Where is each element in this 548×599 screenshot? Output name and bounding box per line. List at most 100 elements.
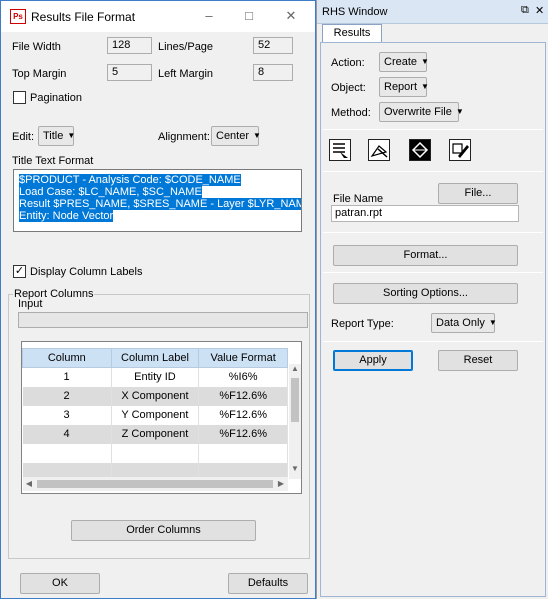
table-cell[interactable]: %F12.6% [198,424,288,444]
column-header-format[interactable]: Value Format [198,348,288,368]
ok-button[interactable]: OK [20,573,100,594]
separator [323,341,543,342]
display-column-labels-label: Display Column Labels [30,266,143,278]
select-element-icon[interactable] [409,139,431,161]
object-dropdown[interactable]: Report ▼ [379,77,429,97]
vertical-scrollbar[interactable]: ▲ ▼ [289,364,301,479]
method-label: Method: [331,107,371,119]
defaults-button[interactable]: Defaults [228,573,308,594]
scroll-down-icon[interactable]: ▼ [289,464,301,473]
separator [323,272,543,273]
results-panel: Action: Create ▼ Object: Report ▼ Method: … [320,42,546,597]
file-name-label: File Name [333,193,384,205]
maximize-icon[interactable]: □ [239,7,259,25]
action-dropdown[interactable]: Create ▼ [379,52,429,72]
table-row[interactable]: 2 X Component %F12.6% [22,386,288,406]
table-cell[interactable]: 3 [22,405,112,425]
chevron-down-icon: ▼ [421,57,429,66]
alignment-dropdown[interactable]: Center ▼ [211,126,261,146]
edit-dropdown[interactable]: Title ▼ [38,126,76,146]
title-format-label: Title Text Format [12,155,94,167]
chevron-down-icon: ▼ [67,131,76,140]
alignment-label: Alignment: [158,131,210,143]
column-header-column[interactable]: Column [22,348,112,368]
rhs-window: RHS Window ⧉ ✕ Results Action: Create ▼ O… [316,0,548,599]
table-cell[interactable]: X Component [111,386,200,406]
table-cell[interactable]: 2 [22,386,112,406]
table-cell[interactable]: 4 [22,424,112,444]
minimize-icon[interactable]: – [199,7,219,25]
apply-button[interactable]: Apply [333,350,413,371]
horizontal-scroll-thumb[interactable] [37,480,273,488]
title-text-format-area[interactable]: $PRODUCT - Analysis Code: $CODE_NAME Loa… [13,169,302,232]
report-type-label: Report Type: [331,318,394,330]
edit-label: Edit: [12,131,35,143]
left-margin-field[interactable]: 8 [253,64,293,81]
table-cell[interactable]: Y Component [111,405,200,425]
select-list-icon[interactable] [329,139,351,161]
alignment-value: Center [216,130,250,142]
dialog-titlebar: Ps Results File Format – □ ✕ [1,1,315,32]
lines-page-field[interactable]: 52 [253,37,293,54]
format-button[interactable]: Format... [333,245,518,266]
vertical-scroll-thumb[interactable] [291,378,299,422]
method-dropdown[interactable]: Overwrite File ▼ [379,102,464,122]
select-shape-icon[interactable] [368,139,390,161]
reset-button[interactable]: Reset [438,350,518,371]
select-pencil-icon[interactable] [449,139,471,161]
table-cell[interactable]: Entity ID [111,367,200,387]
object-label: Object: [331,82,366,94]
action-value: Create [384,56,418,68]
chevron-down-icon: ▼ [421,82,429,91]
top-margin-field[interactable]: 5 [107,64,152,81]
input-field[interactable] [18,312,308,328]
pagination-checkbox[interactable] [13,91,26,104]
table-row[interactable]: 4 Z Component %F12.6% [22,424,288,444]
file-width-field[interactable]: 128 [107,37,152,54]
report-type-dropdown[interactable]: Data Only ▼ [431,313,497,333]
table-cell[interactable]: Z Component [111,424,200,444]
method-value: Overwrite File [384,106,452,118]
pagination-label: Pagination [30,92,82,104]
close-icon[interactable]: ✕ [535,4,544,17]
rhs-titlebar: RHS Window ⧉ ✕ [317,0,548,24]
title-line-4: Entity: Node Vector [19,210,114,222]
table-row-empty[interactable] [22,443,288,463]
input-label: Input [18,298,43,310]
title-line-3: Result $PRES_NAME, $SRES_NAME - Layer $L… [19,198,301,210]
sorting-options-button[interactable]: Sorting Options... [333,283,518,304]
table-cell[interactable]: %F12.6% [198,405,288,425]
title-line-2: Load Case: $LC_NAME, $SC_NAME [19,186,202,198]
separator [323,171,543,172]
chevron-down-icon: ▼ [488,318,497,327]
table-row[interactable]: 3 Y Component %F12.6% [22,405,288,425]
column-header-label[interactable]: Column Label [110,348,200,368]
dialog-title: Results File Format [31,10,136,24]
results-file-format-dialog: Ps Results File Format – □ ✕ File Width … [0,0,316,599]
table-cell[interactable]: 1 [22,367,112,387]
object-value: Report [384,81,418,93]
action-label: Action: [331,57,365,69]
scroll-up-icon[interactable]: ▲ [289,364,301,373]
file-width-label: File Width [12,41,61,53]
scroll-right-icon[interactable]: ▶ [275,479,287,488]
restore-icon[interactable]: ⧉ [521,4,529,17]
display-column-labels-checkbox[interactable]: ✓ [13,265,26,278]
file-button[interactable]: File... [438,183,518,204]
report-type-value: Data Only [436,317,485,329]
left-margin-label: Left Margin [158,68,214,80]
file-name-field[interactable]: patran.rpt [331,205,519,222]
chevron-down-icon: ▼ [455,107,464,116]
close-icon[interactable]: ✕ [281,7,301,25]
chevron-down-icon: ▼ [253,131,261,140]
table-cell[interactable]: %I6% [198,367,288,387]
table-cell[interactable]: %F12.6% [198,386,288,406]
columns-table: Column Column Label Value Format 1 Entit… [21,341,302,494]
order-columns-button[interactable]: Order Columns [71,520,256,541]
horizontal-scrollbar[interactable]: ◀ ▶ [23,477,288,491]
table-row[interactable]: 1 Entity ID %I6% [22,367,288,387]
title-line-1: $PRODUCT - Analysis Code: $CODE_NAME [19,174,241,186]
app-icon: Ps [10,9,26,24]
scroll-left-icon[interactable]: ◀ [23,479,35,488]
tab-results[interactable]: Results [322,24,382,43]
